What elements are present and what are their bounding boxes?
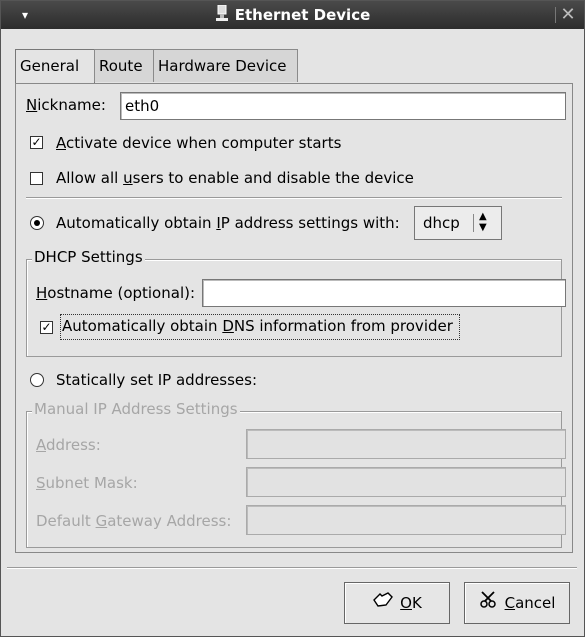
cancel-scissors-icon (479, 584, 499, 624)
activate-device-checkbox[interactable]: ✓ (30, 136, 43, 149)
gateway-rest: ateway Address: (107, 512, 232, 530)
tab-hardware-device-label: Hardware Device (158, 57, 287, 75)
address-field[interactable] (246, 429, 566, 459)
address-accel: A (36, 436, 46, 454)
allow-users-rest: sers to enable and disable the device (132, 169, 414, 187)
cancel-label-rest: ancel (515, 594, 556, 612)
dhcp-settings-title: DHCP Settings (32, 248, 145, 266)
subnet-accel: S (36, 474, 46, 492)
tab-route[interactable]: Route (94, 49, 155, 82)
title-bar[interactable]: ▾ Ethernet Device ✕ (1, 1, 584, 29)
tab-general-label: General (20, 57, 80, 75)
hostname-label-rest: ostname (optional): (47, 284, 196, 302)
network-device-icon (215, 2, 229, 30)
tab-route-label: Route (99, 57, 143, 75)
hostname-accel: H (36, 284, 48, 302)
window-title: Ethernet Device (1, 1, 584, 30)
close-icon[interactable]: ✕ (556, 1, 580, 29)
dhcp-settings-frame (26, 259, 562, 357)
activate-accel: A (56, 134, 66, 152)
ok-button[interactable]: OK (344, 582, 450, 624)
dns-checkbox[interactable]: ✓ (40, 321, 53, 334)
auto-ip-rest: P address settings with: (220, 214, 400, 232)
dns-accel: D (222, 317, 234, 335)
allow-users-pre: Allow all (56, 169, 124, 187)
dns-label[interactable]: Automatically obtain DNS information fro… (62, 317, 453, 335)
gateway-label: Default Gateway Address: (36, 512, 231, 530)
auto-ip-radio[interactable] (30, 216, 44, 230)
static-ip-radio[interactable] (30, 373, 44, 387)
auto-ip-pre: Automatically obtain (56, 214, 217, 232)
separator-top (26, 197, 562, 199)
dns-rest: NS information from provider (233, 317, 453, 335)
ok-label-rest: K (411, 594, 422, 612)
subnet-mask-field[interactable] (246, 467, 566, 497)
allow-users-label[interactable]: Allow all users to enable and disable th… (56, 169, 414, 187)
window-title-text: Ethernet Device (234, 6, 371, 24)
gateway-pre: Default (36, 512, 96, 530)
ok-accel: O (400, 594, 412, 612)
protocol-spin-button[interactable]: dhcp ▲ ▼ (414, 206, 502, 240)
allow-users-checkbox[interactable] (30, 172, 43, 185)
nickname-field[interactable]: eth0 (120, 92, 566, 120)
tab-hardware-device[interactable]: Hardware Device (153, 49, 298, 82)
gateway-field[interactable] (246, 505, 566, 535)
activate-device-label[interactable]: Activate device when computer starts (56, 134, 341, 152)
manual-ip-title: Manual IP Address Settings (32, 400, 240, 418)
activate-label-rest: ctivate device when computer starts (66, 134, 342, 152)
ethernet-device-window: ▾ Ethernet Device ✕ General Route Hardwa… (0, 0, 585, 637)
up-down-arrows-icon[interactable]: ▲ ▼ (479, 211, 487, 233)
nickname-label-rest: ickname: (37, 96, 106, 114)
hostname-field[interactable] (202, 279, 566, 307)
separator-bottom (7, 567, 577, 569)
protocol-value: dhcp (423, 214, 460, 232)
subnet-label-rest: ubnet Mask: (45, 474, 138, 492)
subnet-mask-label: Subnet Mask: (36, 474, 138, 492)
tab-general[interactable]: General (15, 49, 95, 84)
ok-hand-icon (372, 584, 394, 624)
nickname-label: Nickname: (26, 96, 106, 114)
spin-separator (473, 214, 474, 232)
static-ip-label[interactable]: Statically set IP addresses: (56, 371, 257, 389)
cancel-accel: C (504, 594, 516, 612)
allow-users-accel: u (123, 169, 133, 187)
cancel-button[interactable]: Cancel (464, 582, 570, 624)
hostname-label: Hostname (optional): (36, 284, 195, 302)
auto-ip-label[interactable]: Automatically obtain IP address settings… (56, 214, 400, 232)
address-label-rest: ddress: (46, 436, 101, 454)
address-label: Address: (36, 436, 101, 454)
general-panel: Nickname: eth0 ✓ Activate device when co… (15, 83, 573, 553)
gateway-accel: G (95, 512, 108, 530)
nickname-accel: N (26, 96, 38, 114)
dns-pre: Automatically obtain (62, 317, 223, 335)
